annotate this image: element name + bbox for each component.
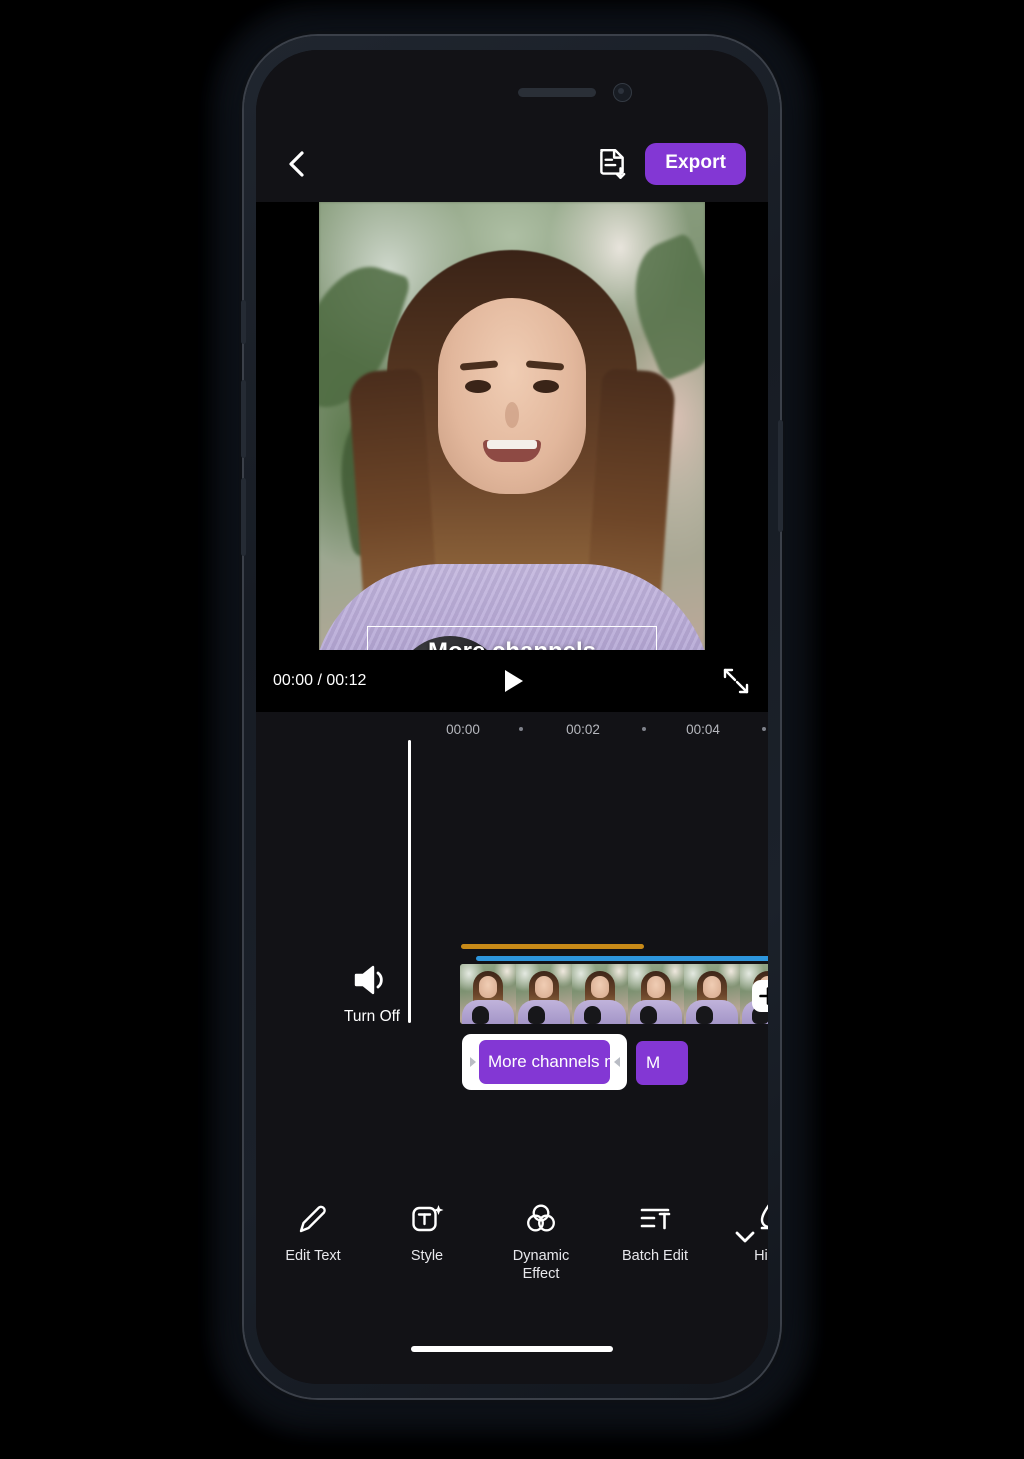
ruler-tick-dot	[519, 727, 523, 731]
pencil-icon	[296, 1202, 330, 1236]
document-download-icon[interactable]	[595, 147, 629, 181]
timeline-ruler[interactable]: 00:00 00:02 00:04 00:0	[256, 712, 768, 746]
play-icon[interactable]	[496, 665, 528, 697]
text-style-icon	[410, 1202, 444, 1236]
speaker-volume-icon	[352, 962, 392, 998]
eyebrow-left	[460, 360, 498, 370]
phone-screen: Export	[256, 50, 768, 1384]
eyebrow-right	[526, 360, 564, 370]
player-bar: 00:00 / 00:12	[256, 650, 768, 712]
eye-right	[533, 380, 559, 393]
audio-toggle-label: Turn Off	[316, 1008, 428, 1026]
dynamic-effect-icon	[524, 1202, 558, 1236]
trim-arrow-left-icon	[613, 1056, 622, 1068]
earpiece-speaker	[518, 88, 596, 97]
caption-clip-text: More channels more traffic	[488, 1052, 610, 1072]
tool-edit-text[interactable]: Edit Text	[256, 1202, 370, 1265]
ruler-tick-dot	[642, 727, 646, 731]
playhead[interactable]	[408, 740, 411, 1023]
ruler-tick-label: 00:04	[686, 722, 720, 737]
caption-clip-next-text: M	[646, 1053, 660, 1073]
audio-toggle[interactable]: Turn Off	[316, 962, 428, 1026]
eye-left	[465, 380, 491, 393]
chevron-left-icon	[285, 149, 309, 179]
caption-clip-next[interactable]: M	[636, 1041, 688, 1085]
chevron-down-icon[interactable]	[730, 1222, 760, 1252]
caption-clip-selected[interactable]: More channels more traffic	[462, 1034, 627, 1090]
home-indicator	[411, 1346, 613, 1352]
phone-volume-down-button	[241, 478, 246, 556]
trim-arrow-right-icon	[468, 1056, 477, 1068]
screenshot-root: Export	[0, 0, 1024, 1459]
fullscreen-expand-icon[interactable]	[722, 667, 750, 695]
filmstrip-thumbnail[interactable]	[516, 964, 572, 1024]
mouth	[483, 440, 541, 462]
phone-volume-up-button	[241, 380, 246, 458]
timeline[interactable]: 00:00 00:02 00:04 00:0 Turn Off	[256, 712, 768, 1222]
filmstrip-thumbnail[interactable]	[572, 964, 628, 1024]
video-filmstrip[interactable]	[460, 964, 768, 1024]
top-bar: Export	[256, 128, 768, 200]
nose	[505, 402, 519, 428]
tool-style[interactable]: Style	[370, 1202, 484, 1265]
tool-label: Dynamic Effect	[513, 1247, 569, 1283]
phone-power-button	[778, 420, 783, 532]
filmstrip-thumbnail[interactable]	[684, 964, 740, 1024]
ruler-tick-label: 00:02	[566, 722, 600, 737]
trim-handle-left[interactable]	[465, 1034, 479, 1090]
tool-label: Batch Edit	[622, 1247, 688, 1265]
filmstrip-thumbnail[interactable]	[628, 964, 684, 1024]
plus-icon	[758, 986, 768, 1006]
add-clip-button[interactable]	[752, 980, 768, 1012]
tool-label: Style	[411, 1247, 443, 1265]
video-editor-app: Export	[256, 50, 768, 1384]
ruler-tick-dot	[762, 727, 766, 731]
filmstrip-thumbnail[interactable]	[460, 964, 516, 1024]
caption-clip-body[interactable]: More channels more traffic	[479, 1040, 610, 1084]
playback-time: 00:00 / 00:12	[273, 672, 366, 690]
blue-track-bar[interactable]	[476, 956, 768, 961]
tool-dynamic-effect[interactable]: Dynamic Effect	[484, 1202, 598, 1283]
amber-track-bar[interactable]	[461, 944, 644, 949]
export-button[interactable]: Export	[645, 143, 746, 185]
bottom-toolbar: Edit Text Style	[256, 1196, 768, 1306]
tool-label: Edit Text	[285, 1247, 340, 1265]
phone-mute-switch	[241, 300, 246, 344]
trim-handle-right[interactable]	[610, 1034, 624, 1090]
batch-edit-icon	[638, 1202, 672, 1236]
tool-batch-edit[interactable]: Batch Edit	[598, 1202, 712, 1265]
front-camera	[613, 83, 632, 102]
ruler-tick-label: 00:00	[446, 722, 480, 737]
subject-face	[438, 298, 586, 494]
back-button[interactable]	[278, 145, 316, 183]
